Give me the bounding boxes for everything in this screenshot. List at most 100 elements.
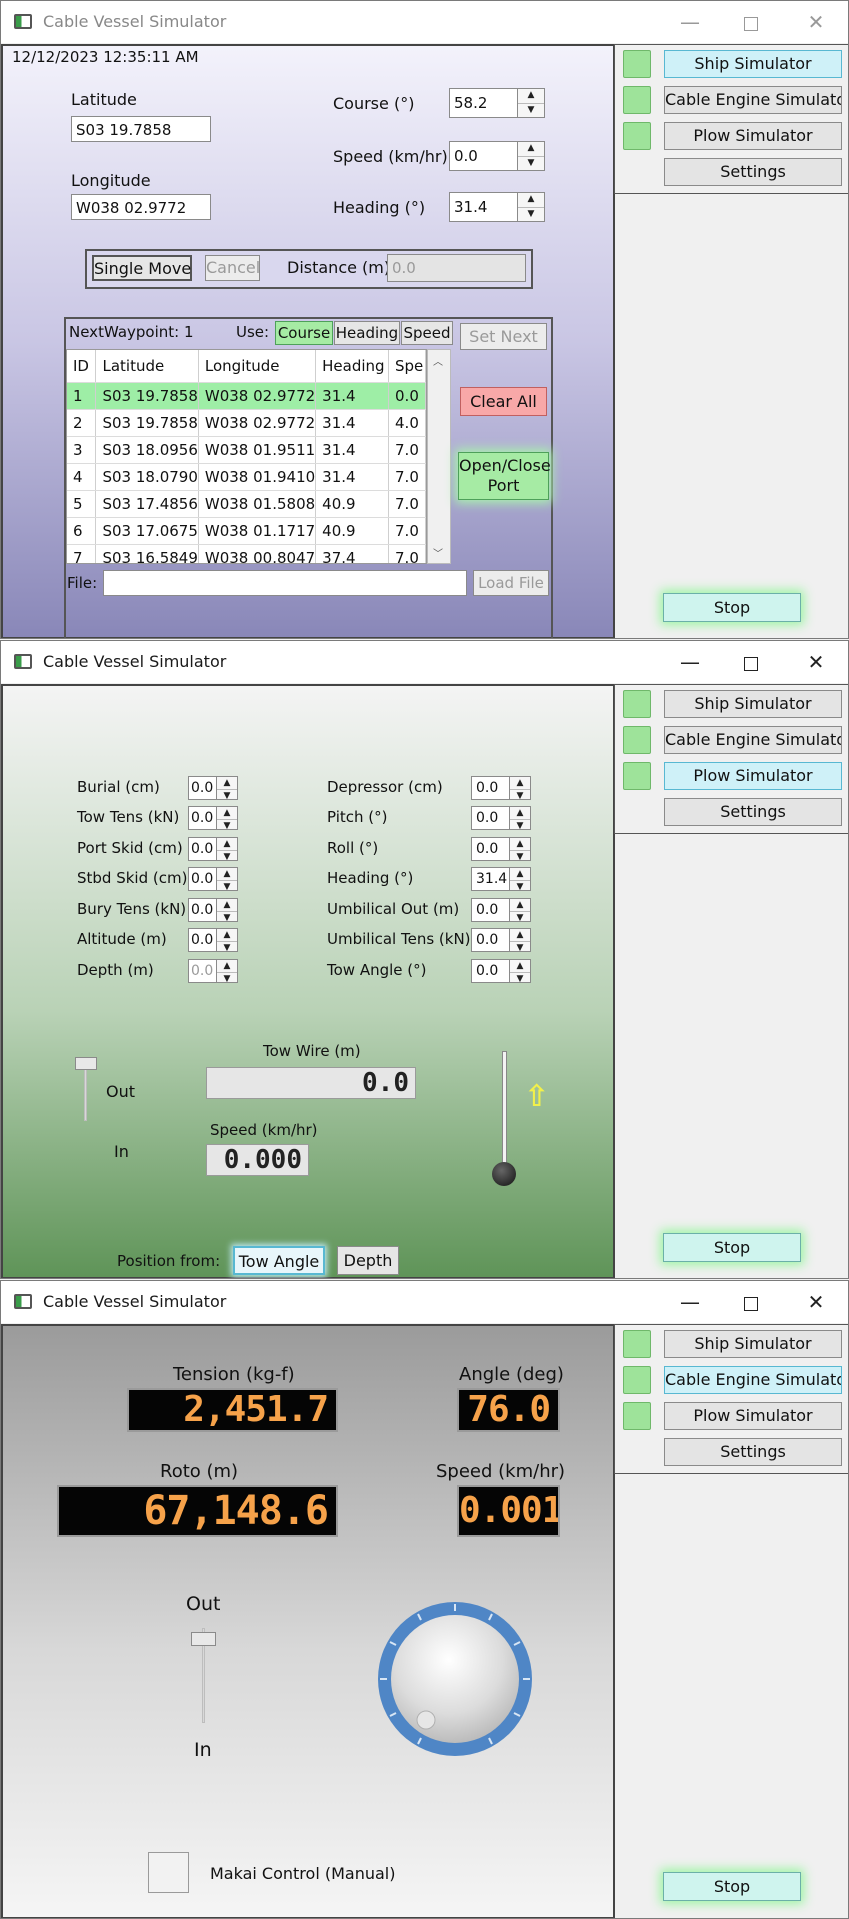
table-scrollbar[interactable]: ︿ ﹀ <box>427 349 451 564</box>
use-heading-toggle[interactable]: Heading <box>334 321 400 345</box>
arrow-down-icon[interactable]: ▼ <box>510 942 530 954</box>
arrow-up-icon[interactable]: ▲ <box>518 193 544 208</box>
settings-button[interactable]: Settings <box>664 1438 842 1466</box>
arrow-down-icon[interactable]: ▼ <box>510 973 530 985</box>
stbd-skid-spinner[interactable]: 0.0 ▲ ▼ <box>188 867 238 892</box>
arrow-up-icon[interactable]: ▲ <box>518 142 544 157</box>
title-bar[interactable]: Cable Vessel Simulator — ✕ <box>1 1 848 43</box>
table-row[interactable]: 2 S03 19.7858 W038 02.9772 31.4 4.0 <box>67 409 426 437</box>
speed-control-dial[interactable] <box>374 1598 536 1760</box>
burial-value[interactable]: 0.0 <box>188 776 216 800</box>
arrow-up-icon[interactable]: ▲ <box>510 960 530 973</box>
depth-button[interactable]: Depth <box>337 1246 399 1275</box>
cable-slider-thumb[interactable] <box>191 1632 216 1646</box>
tow-angle-spinner[interactable]: 0.0 ▲ ▼ <box>471 959 531 985</box>
course-spinner[interactable]: 58.2 ▲ ▼ <box>449 88 545 118</box>
table-row[interactable]: 5 S03 17.4856 W038 01.5808 40.9 7.0 <box>67 490 426 518</box>
arrow-down-icon[interactable]: ▼ <box>510 851 530 863</box>
tow-angle-button[interactable]: Tow Angle <box>233 1246 325 1275</box>
arrow-down-icon[interactable]: ▼ <box>518 208 544 222</box>
stop-button[interactable]: Stop <box>663 1233 801 1262</box>
close-icon[interactable]: ✕ <box>791 1285 841 1319</box>
makai-control-checkbox[interactable] <box>148 1852 189 1893</box>
depth-value[interactable]: 0.0 <box>188 959 216 983</box>
scroll-up-icon[interactable]: ︿ <box>433 353 443 368</box>
use-speed-toggle[interactable]: Speed <box>401 321 453 345</box>
lever-track[interactable] <box>502 1051 507 1179</box>
settings-button[interactable]: Settings <box>664 798 842 826</box>
arrow-down-icon[interactable]: ▼ <box>217 912 237 924</box>
stop-button[interactable]: Stop <box>663 593 801 622</box>
column-header[interactable]: ID <box>67 350 97 383</box>
tow-tens-value[interactable]: 0.0 <box>188 806 216 830</box>
course-value[interactable]: 58.2 <box>449 88 517 118</box>
open-close-port-button[interactable]: Open/Close Port <box>458 452 551 500</box>
longitude-field[interactable]: W038 02.9772 <box>71 194 211 220</box>
table-row[interactable]: 4 S03 18.0790 W038 01.9410 31.4 7.0 <box>67 463 426 491</box>
pitch-value[interactable]: 0.0 <box>471 806 509 830</box>
arrow-up-icon[interactable]: ▲ <box>217 899 237 912</box>
arrow-up-icon[interactable]: ▲ <box>510 868 530 881</box>
arrow-up-icon[interactable]: ▲ <box>510 838 530 851</box>
cable-engine-simulator-button[interactable]: Cable Engine Simulator <box>664 726 842 754</box>
port-skid-value[interactable]: 0.0 <box>188 837 216 861</box>
ship-simulator-button[interactable]: Ship Simulator <box>664 1330 842 1358</box>
umbilical-tens-value[interactable]: 0.0 <box>471 928 509 952</box>
minimize-icon[interactable]: — <box>665 645 715 679</box>
lever-knob[interactable] <box>492 1162 516 1186</box>
latitude-field[interactable]: S03 19.7858 <box>71 116 211 142</box>
clear-all-button[interactable]: Clear All <box>460 387 547 416</box>
title-bar[interactable]: Cable Vessel Simulator — ✕ <box>1 1281 848 1323</box>
arrow-down-icon[interactable]: ▼ <box>510 790 530 802</box>
bury-tens-value[interactable]: 0.0 <box>188 898 216 922</box>
umbilical-out-spinner[interactable]: 0.0 ▲ ▼ <box>471 898 531 923</box>
set-next-button[interactable]: Set Next <box>460 323 547 350</box>
bury-tens-spinner[interactable]: 0.0 ▲ ▼ <box>188 898 238 924</box>
tow-angle-value[interactable]: 0.0 <box>471 959 509 983</box>
cable-engine-simulator-button[interactable]: Cable Engine Simulator <box>664 1366 842 1394</box>
ship-simulator-button[interactable]: Ship Simulator <box>664 690 842 718</box>
umbilical-out-value[interactable]: 0.0 <box>471 898 509 922</box>
arrow-down-icon[interactable]: ▼ <box>217 942 237 954</box>
minimize-icon[interactable]: — <box>665 1285 715 1319</box>
altitude-value[interactable]: 0.0 <box>188 928 216 952</box>
cable-engine-simulator-button[interactable]: Cable Engine Simulator <box>664 86 842 114</box>
table-row[interactable]: 1 S03 19.7858 W038 02.9772 31.4 0.0 <box>67 382 426 410</box>
altitude-spinner[interactable]: 0.0 ▲ ▼ <box>188 928 238 954</box>
waypoint-table[interactable]: ID Latitude Longitude Heading Spe 1 S03 1… <box>66 349 427 564</box>
ship-simulator-button[interactable]: Ship Simulator <box>664 50 842 78</box>
speed-value[interactable]: 0.0 <box>449 141 517 171</box>
settings-button[interactable]: Settings <box>664 158 842 186</box>
arrow-up-icon[interactable]: ▲ <box>510 929 530 942</box>
pitch-spinner[interactable]: 0.0 ▲ ▼ <box>471 806 531 832</box>
winch-slider-thumb[interactable] <box>75 1057 97 1070</box>
speed-spinner[interactable]: 0.0 ▲ ▼ <box>449 141 545 171</box>
close-icon[interactable]: ✕ <box>791 645 841 679</box>
arrow-down-icon[interactable]: ▼ <box>217 790 237 802</box>
arrow-down-icon[interactable]: ▼ <box>510 881 530 893</box>
title-bar[interactable]: Cable Vessel Simulator — ✕ <box>1 641 848 683</box>
heading-spinner[interactable]: 31.4 ▲ ▼ <box>449 192 545 222</box>
stbd-skid-value[interactable]: 0.0 <box>188 867 216 891</box>
table-row[interactable]: 6 S03 17.0675 W038 01.1717 40.9 7.0 <box>67 517 426 545</box>
plow-heading-value[interactable]: 31.4 <box>471 867 509 891</box>
maximize-icon[interactable] <box>726 5 776 39</box>
heading-value[interactable]: 31.4 <box>449 192 517 222</box>
maximize-icon[interactable] <box>726 1285 776 1319</box>
arrow-up-icon[interactable]: ▲ <box>217 868 237 881</box>
distance-field[interactable]: 0.0 <box>387 254 526 282</box>
table-row[interactable]: 7 S03 16.5849 W038 00.8047 37.4 7.0 <box>67 544 426 563</box>
arrow-down-icon[interactable]: ▼ <box>217 851 237 863</box>
scroll-down-icon[interactable]: ﹀ <box>433 545 443 560</box>
arrow-down-icon[interactable]: ▼ <box>510 820 530 832</box>
depressor-value[interactable]: 0.0 <box>471 776 509 800</box>
umbilical-tens-spinner[interactable]: 0.0 ▲ ▼ <box>471 928 531 954</box>
arrow-up-icon[interactable]: ▲ <box>510 777 530 790</box>
close-icon[interactable]: ✕ <box>791 5 841 39</box>
column-header[interactable]: Heading <box>315 350 390 383</box>
plow-simulator-button[interactable]: Plow Simulator <box>664 122 842 150</box>
depth-spinner[interactable]: 0.0 ▲ ▼ <box>188 959 238 984</box>
table-row[interactable]: 3 S03 18.0956 W038 01.9511 31.4 7.0 <box>67 436 426 464</box>
roll-value[interactable]: 0.0 <box>471 837 509 861</box>
maximize-icon[interactable] <box>726 645 776 679</box>
